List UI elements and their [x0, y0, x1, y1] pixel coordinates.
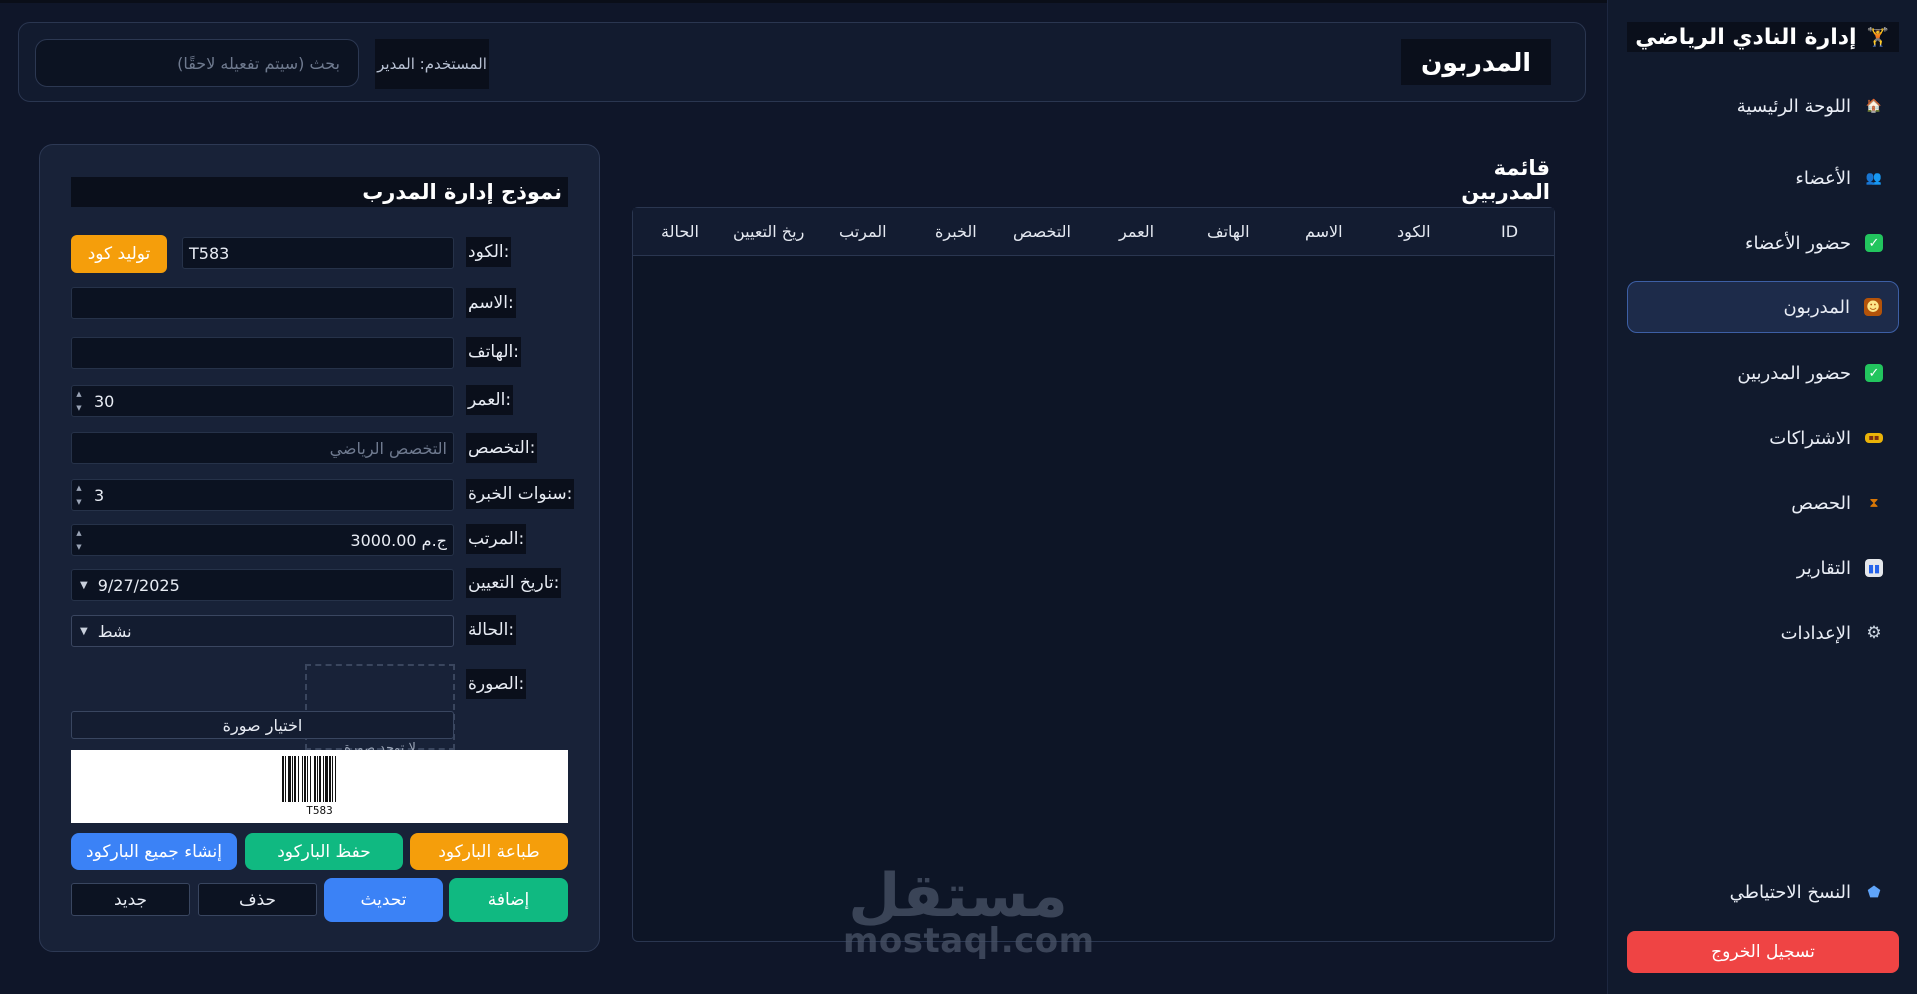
app-brand: إدارة النادي الرياضي 🏋 [1627, 22, 1899, 52]
barcode-preview: T583 [71, 750, 568, 823]
column-header-status[interactable]: الحالة [661, 222, 699, 241]
salary-spinbox[interactable]: ▲ ▼ 3000.00 ج.م [71, 524, 454, 556]
sidebar-item-label: الحصص [1791, 492, 1851, 514]
top-bar: المدربون المستخدم: المدير [18, 22, 1586, 102]
sidebar-item-dashboard[interactable]: اللوحة الرئيسية 🏠 [1627, 80, 1899, 132]
specialty-label: التخصص: [466, 433, 538, 463]
column-header-experience[interactable]: الخبرة [935, 222, 977, 241]
sidebar-item-classes[interactable]: الحصص ⧗ [1627, 477, 1899, 529]
users-icon: 👥 [1865, 170, 1883, 186]
update-button[interactable]: تحديث [324, 878, 443, 922]
print-barcode-button[interactable]: طباعة الباركود [410, 833, 568, 870]
check-icon: ✓ [1865, 234, 1883, 252]
column-header-hire-date[interactable]: ريخ التعيين [733, 222, 804, 241]
experience-label: سنوات الخبرة: [466, 479, 575, 509]
column-header-code[interactable]: الكود [1397, 222, 1431, 241]
phone-field[interactable] [71, 337, 454, 369]
table-header: ID الكود الاسم الهاتف العمر التخصص الخبر… [633, 208, 1554, 256]
sidebar-item-reports[interactable]: التقارير ▮▮ [1627, 542, 1899, 594]
hire-date-label: تاريخ التعيين: [466, 568, 562, 598]
watermark: مستقل mostaql.com [843, 861, 1095, 961]
chart-icon: ▮▮ [1865, 559, 1883, 577]
hire-date-value: 9/27/2025 [97, 575, 180, 595]
add-button[interactable]: إضافة [449, 878, 568, 922]
phone-label: الهاتف: [466, 337, 521, 367]
sidebar-item-label: الإعدادات [1780, 622, 1851, 644]
sidebar-item-subscriptions[interactable]: الاشتراكات ▪▪ [1627, 412, 1899, 464]
generate-all-barcodes-button[interactable]: إنشاء جميع الباركود [71, 833, 237, 870]
status-select[interactable]: ▼ نشط [71, 615, 454, 647]
choose-photo-button[interactable]: اختيار صورة [71, 711, 454, 739]
search-input[interactable] [35, 39, 359, 87]
sidebar-item-label: النسخ الاحتياطي [1729, 881, 1851, 903]
salary-value: 3000.00 ج.م [350, 530, 447, 550]
logout-button[interactable]: تسجيل الخروج [1627, 931, 1899, 973]
new-button[interactable]: جديد [71, 883, 190, 916]
sidebar-item-members[interactable]: الأعضاء 👥 [1627, 152, 1899, 204]
barcode-image [282, 756, 358, 802]
specialty-field[interactable]: التخصص الرياضي [71, 432, 454, 464]
sidebar-item-members-attendance[interactable]: حضور الأعضاء ✓ [1627, 217, 1899, 269]
sidebar-item-trainers-attendance[interactable]: حضور المدربين ✓ [1627, 347, 1899, 399]
trainer-form: نموذج إدارة المدرب الكود: T583 توليد كود… [39, 144, 600, 952]
spinner-arrows-icon[interactable]: ▲ ▼ [73, 390, 85, 412]
gear-icon: ⚙ [1866, 622, 1882, 643]
sidebar-item-trainers[interactable]: المدربون ☻ [1627, 281, 1899, 333]
barcode-bar [336, 756, 337, 802]
column-header-name[interactable]: الاسم [1305, 222, 1343, 241]
column-header-salary[interactable]: المرتب [839, 222, 887, 241]
sidebar-item-label: الأعضاء [1795, 167, 1851, 189]
age-value: 30 [94, 391, 115, 411]
column-header-age[interactable]: العمر [1119, 222, 1154, 241]
status-label: الحالة: [466, 615, 517, 645]
sidebar: إدارة النادي الرياضي 🏋 اللوحة الرئيسية 🏠… [1607, 0, 1917, 994]
watermark-arabic: مستقل [848, 861, 1068, 931]
save-barcode-button[interactable]: حفظ الباركود [245, 833, 403, 870]
code-field[interactable]: T583 [182, 237, 454, 269]
column-header-phone[interactable]: الهاتف [1207, 222, 1250, 241]
hire-date-picker[interactable]: ▼ 9/27/2025 [71, 569, 454, 601]
salary-label: المرتب: [466, 524, 527, 554]
ticket-icon: ▪▪ [1865, 433, 1883, 443]
form-title: نموذج إدارة المدرب [71, 177, 568, 207]
code-label: الكود: [466, 237, 512, 267]
column-header-specialty[interactable]: التخصص [1013, 222, 1071, 241]
sidebar-item-label: حضور المدربين [1737, 362, 1851, 384]
current-user-label: المستخدم: المدير [375, 39, 489, 89]
name-field[interactable] [71, 287, 454, 319]
status-value: نشط [97, 621, 132, 641]
watermark-latin: mostaql.com [843, 921, 1095, 961]
name-label: الاسم: [466, 288, 516, 318]
dumbbell-icon: 🏋 [1866, 26, 1889, 48]
photo-label: الصورة: [466, 669, 527, 699]
sidebar-item-label: التقارير [1796, 557, 1851, 579]
generate-code-button[interactable]: توليد كود [71, 235, 167, 273]
shield-icon: ⬟ [1867, 882, 1881, 901]
barcode-text: T583 [306, 804, 333, 817]
spinner-arrows-icon[interactable]: ▲ ▼ [73, 529, 85, 551]
sidebar-item-label: حضور الأعضاء [1744, 232, 1851, 254]
trainers-list-title: قائمة المدربين [1461, 156, 1550, 204]
app-title: إدارة النادي الرياضي [1635, 24, 1857, 50]
trainers-table[interactable]: ID الكود الاسم الهاتف العمر التخصص الخبر… [632, 207, 1555, 942]
check-icon: ✓ [1865, 364, 1883, 382]
sidebar-item-settings[interactable]: الإعدادات ⚙ [1627, 607, 1899, 659]
age-spinbox[interactable]: ▲ ▼ 30 [71, 385, 454, 417]
sidebar-item-label: الاشتراكات [1769, 427, 1851, 449]
dumbbell-icon: ⧗ [1869, 495, 1879, 511]
column-header-id[interactable]: ID [1501, 222, 1518, 241]
spinner-arrows-icon[interactable]: ▲ ▼ [73, 484, 85, 506]
home-icon: 🏠 [1865, 98, 1883, 114]
experience-spinbox[interactable]: ▲ ▼ 3 [71, 479, 454, 511]
page-title: المدربون [1401, 39, 1551, 85]
delete-button[interactable]: حذف [198, 883, 317, 916]
sidebar-item-label: المدربون [1783, 296, 1850, 318]
experience-value: 3 [94, 485, 105, 505]
chevron-down-icon[interactable]: ▼ [80, 580, 88, 591]
age-label: العمر: [466, 385, 514, 415]
sidebar-item-label: اللوحة الرئيسية [1736, 95, 1851, 117]
trainer-icon: ☻ [1864, 298, 1882, 316]
sidebar-item-backup[interactable]: النسخ الاحتياطي ⬟ [1627, 866, 1899, 918]
chevron-down-icon[interactable]: ▼ [80, 626, 88, 637]
